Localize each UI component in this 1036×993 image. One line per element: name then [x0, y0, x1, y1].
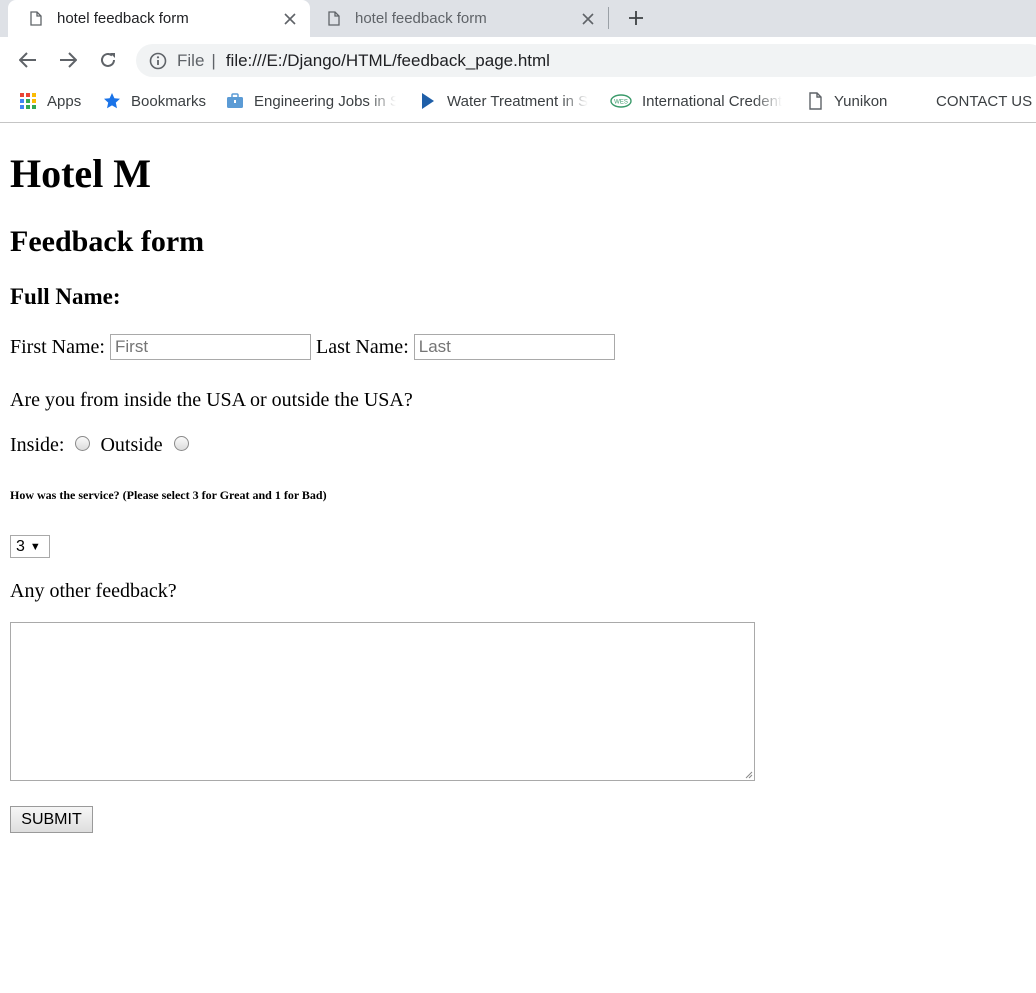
tab-title: hotel feedback form	[57, 10, 189, 27]
apps-grid-icon	[20, 93, 36, 109]
tab-separator	[608, 7, 609, 29]
submit-button[interactable]: SUBMIT	[10, 806, 93, 833]
svg-text:WES: WES	[614, 100, 628, 106]
play-triangle-icon	[422, 93, 434, 109]
inside-label: Inside:	[10, 434, 65, 456]
outside-radio[interactable]	[173, 435, 189, 451]
location-question: Are you from inside the USA or outside t…	[10, 389, 413, 411]
document-icon	[328, 11, 340, 26]
tab-title: hotel feedback form	[355, 10, 487, 27]
page-title: Hotel M	[10, 151, 152, 196]
bookmark-label: Bookmarks	[131, 92, 207, 110]
dropdown-caret-icon: ▼	[29, 540, 41, 553]
tab-active[interactable]: hotel feedback form	[8, 0, 310, 37]
full-name-heading: Full Name:	[10, 284, 121, 309]
tab-inactive[interactable]: hotel feedback form	[312, 0, 608, 37]
wes-logo-icon: WES	[610, 94, 632, 108]
tab-strip: hotel feedback form hotel feedback form	[0, 0, 1036, 37]
url-divider: |	[211, 50, 216, 70]
bookmark-label: Yunikon	[834, 92, 888, 110]
first-name-label: First Name:	[10, 336, 105, 358]
last-name-input[interactable]	[413, 334, 615, 360]
bookmark-engineering-jobs[interactable]: Engineering Jobs in S	[226, 83, 396, 119]
bookmark-apps[interactable]: Apps	[19, 83, 81, 119]
close-tab-icon[interactable]	[578, 9, 598, 29]
bookmark-label: International Credent	[642, 92, 782, 110]
resize-grip-icon[interactable]	[744, 770, 753, 779]
name-row: First Name: Last Name:	[10, 334, 615, 360]
new-tab-icon[interactable]	[624, 6, 648, 30]
service-rating-select[interactable]: 3 ▼	[10, 535, 50, 558]
bookmark-contact-us[interactable]: CONTACT US	[936, 83, 1032, 119]
inside-radio[interactable]	[75, 435, 91, 451]
location-options: Inside: Outside	[10, 433, 189, 457]
bookmark-water-treatment[interactable]: Water Treatment in S	[419, 83, 589, 119]
service-question: How was the service? (Please select 3 fo…	[10, 488, 327, 502]
bookmarks-bar: Apps Bookmarks Engineering Jobs in S Wat…	[0, 83, 1036, 123]
briefcase-icon	[227, 93, 243, 108]
feedback-textarea[interactable]	[10, 622, 755, 781]
bookmark-label: Water Treatment in S	[447, 92, 589, 110]
bookmark-label: CONTACT US	[936, 92, 1033, 110]
document-icon	[809, 92, 822, 110]
first-name-input[interactable]	[110, 334, 311, 360]
reload-icon[interactable]	[97, 49, 119, 71]
info-icon[interactable]	[149, 52, 167, 70]
page-subtitle: Feedback form	[10, 225, 205, 258]
bookmark-yunikon[interactable]: Yunikon	[806, 83, 887, 119]
bookmark-label: Apps	[47, 92, 82, 110]
url-scheme: File	[177, 50, 205, 70]
outside-label: Outside	[100, 434, 163, 456]
document-icon	[30, 11, 42, 26]
bookmark-international-credent[interactable]: WES International Credent	[610, 83, 782, 119]
back-arrow-icon[interactable]	[17, 49, 39, 71]
close-tab-icon[interactable]	[280, 9, 300, 29]
forward-arrow-icon[interactable]	[57, 49, 79, 71]
url-text[interactable]: file:///E:/Django/HTML/feedback_page.htm…	[226, 51, 550, 71]
selected-rating: 3	[16, 537, 25, 555]
bookmark-label: Engineering Jobs in S	[254, 92, 396, 110]
other-feedback-label: Any other feedback?	[10, 580, 177, 602]
star-icon	[104, 93, 120, 109]
bookmark-bookmarks[interactable]: Bookmarks	[103, 83, 206, 119]
last-name-label: Last Name:	[316, 336, 409, 358]
address-bar[interactable]: File | file:///E:/Django/HTML/feedback_p…	[136, 44, 1036, 77]
